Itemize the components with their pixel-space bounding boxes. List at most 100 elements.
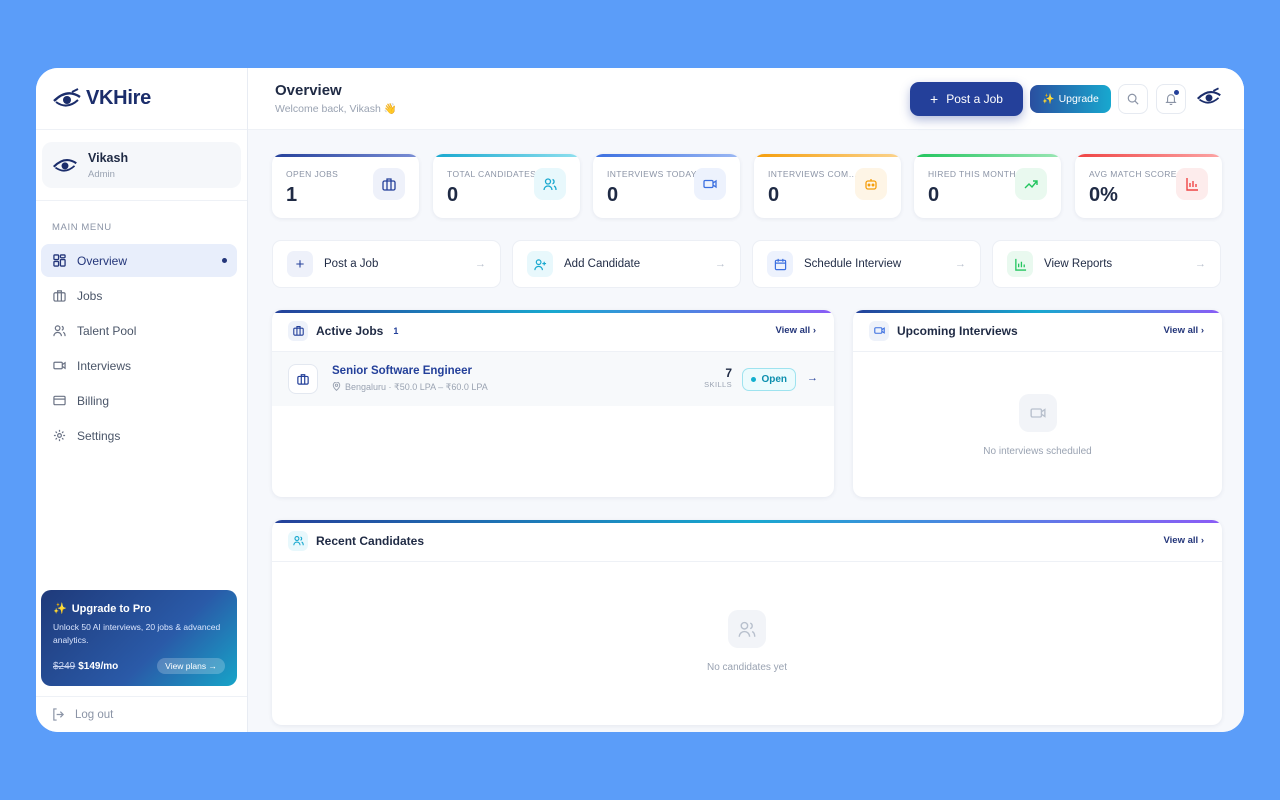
arrow-right-icon: →	[475, 258, 486, 270]
sidebar-item-jobs[interactable]: Jobs	[41, 279, 237, 312]
panel-header: Upcoming Interviews View all ›	[853, 310, 1222, 352]
upgrade-button[interactable]: ✨ Upgrade	[1030, 85, 1111, 113]
briefcase-icon	[52, 289, 66, 303]
users-icon	[534, 168, 566, 200]
sidebar-item-overview[interactable]: Overview	[41, 244, 237, 277]
brand-logo[interactable]: VKHire	[36, 68, 247, 130]
quick-action-label: Schedule Interview	[804, 258, 902, 270]
upgrade-title-text: Upgrade to Pro	[71, 602, 152, 615]
quick-action-add-candidate[interactable]: Add Candidate →	[512, 240, 741, 288]
credit-card-icon	[52, 394, 66, 408]
sidebar-item-label: Interviews	[77, 358, 132, 373]
job-row[interactable]: Senior Software Engineer Bengaluru · ₹50…	[272, 352, 834, 406]
active-jobs-panel: Active Jobs 1 View all › Senior Software…	[272, 310, 834, 497]
empty-state-text: No candidates yet	[706, 662, 788, 673]
skills-number: 7	[725, 366, 732, 380]
avatar-logo-icon	[52, 159, 77, 172]
briefcase-icon	[373, 168, 405, 200]
panel-header: Active Jobs 1 View all ›	[272, 310, 834, 352]
jobs-count: 1	[393, 325, 399, 336]
user-profile-card[interactable]: Vikash Admin	[42, 142, 241, 188]
users-icon	[52, 324, 66, 338]
stat-card-hired-this-month[interactable]: HIRED THIS MONTH 0	[914, 154, 1061, 218]
users-icon	[288, 530, 308, 551]
stat-accent-bar	[754, 154, 901, 157]
stat-card-interviews-completed[interactable]: INTERVIEWS COMPLETED 0	[754, 154, 901, 218]
stat-card-open-jobs[interactable]: OPEN JOBS 1	[272, 154, 419, 218]
quick-action-label: Post a Job	[324, 258, 379, 270]
empty-state: No interviews scheduled	[853, 352, 1222, 457]
view-all-label: View all	[775, 325, 811, 336]
panel-header: Recent Candidates View all ›	[272, 520, 1222, 562]
sidebar-item-billing[interactable]: Billing	[41, 384, 237, 417]
quick-action-post-job[interactable]: + Post a Job →	[272, 240, 501, 288]
app-window: VKHire Vikash Admin MAIN MENU Overview J…	[36, 68, 1244, 732]
gear-icon	[52, 429, 66, 443]
main-content: Overview Welcome back, Vikash 👋 + Post a…	[248, 68, 1244, 732]
logout-label: Log out	[75, 708, 114, 721]
users-icon	[728, 610, 766, 648]
video-icon	[694, 168, 726, 200]
view-all-interviews-link[interactable]: View all ›	[1164, 325, 1205, 336]
logout-button[interactable]: Log out	[36, 696, 247, 732]
arrow-right-icon: →	[955, 258, 966, 270]
sidebar-item-label: Jobs	[77, 288, 103, 303]
upgrade-promo-card: ✨ Upgrade to Pro Unlock 50 AI interviews…	[41, 590, 237, 686]
user-name: Vikash	[88, 150, 129, 165]
main-nav: Overview Jobs Talent Pool Interviews Bil…	[36, 244, 247, 452]
arrow-right-icon: →	[715, 258, 726, 270]
status-dot	[751, 377, 757, 382]
view-all-candidates-link[interactable]: View all ›	[1164, 535, 1205, 546]
view-all-label: View all	[1163, 535, 1199, 546]
panel-title: Upcoming Interviews	[897, 323, 1018, 338]
sidebar-item-label: Talent Pool	[77, 323, 137, 338]
sidebar-item-talent-pool[interactable]: Talent Pool	[41, 314, 237, 347]
stat-card-total-candidates[interactable]: TOTAL CANDIDATES 0	[433, 154, 580, 218]
skills-label: SKILLS	[704, 380, 732, 389]
job-title[interactable]: Senior Software Engineer	[332, 365, 488, 377]
quick-action-schedule-interview[interactable]: Schedule Interview →	[752, 240, 981, 288]
page-title: Overview	[275, 82, 342, 99]
trending-up-icon	[1015, 168, 1047, 200]
grid-icon	[52, 254, 66, 268]
stat-accent-bar	[1075, 154, 1222, 157]
panel-title: Active Jobs	[316, 323, 384, 338]
eye-logo-icon	[1196, 87, 1221, 104]
stat-label: OPEN JOBS	[286, 169, 339, 179]
stat-accent-bar	[433, 154, 580, 157]
view-plans-button[interactable]: View plans →	[157, 658, 225, 674]
sidebar-item-settings[interactable]: Settings	[41, 419, 237, 452]
video-icon	[1018, 394, 1057, 432]
briefcase-icon	[288, 320, 308, 341]
stat-card-interviews-today[interactable]: INTERVIEWS TODAY 0	[593, 154, 740, 218]
notification-dot	[1174, 90, 1179, 95]
sparkle-icon: ✨	[1042, 93, 1055, 105]
stat-card-avg-match-score[interactable]: AVG MATCH SCORE 0%	[1075, 154, 1222, 218]
bar-chart-icon	[1176, 168, 1208, 200]
status-label: Open	[761, 374, 787, 385]
quick-action-view-reports[interactable]: View Reports →	[992, 240, 1221, 288]
sidebar: VKHire Vikash Admin MAIN MENU Overview J…	[36, 68, 248, 732]
stat-label: AVG MATCH SCORE	[1089, 169, 1177, 179]
recent-candidates-panel: Recent Candidates View all › No candidat…	[272, 520, 1222, 725]
sidebar-item-label: Billing	[77, 393, 110, 408]
view-all-jobs-link[interactable]: View all ›	[776, 325, 817, 336]
search-button[interactable]	[1118, 84, 1148, 114]
location-pin-icon	[332, 381, 341, 393]
sidebar-item-interviews[interactable]: Interviews	[41, 349, 237, 382]
notifications-button[interactable]	[1156, 84, 1186, 114]
eye-logo-icon	[53, 87, 81, 106]
robot-icon	[855, 168, 887, 200]
stat-accent-bar	[272, 154, 419, 157]
logout-icon	[52, 708, 65, 721]
empty-state: No candidates yet	[272, 562, 1222, 673]
profile-avatar[interactable]	[1196, 86, 1222, 113]
stat-accent-bar	[593, 154, 740, 157]
user-plus-icon	[527, 251, 553, 277]
arrow-right-icon[interactable]: →	[807, 372, 818, 384]
job-meta: Bengaluru · ₹50.0 LPA – ₹60.0 LPA	[332, 381, 488, 393]
post-job-button[interactable]: + Post a Job	[910, 82, 1023, 116]
chevron-right-icon: ›	[812, 325, 816, 336]
stat-label: INTERVIEWS TODAY	[607, 169, 697, 179]
old-price: $249	[53, 661, 76, 672]
